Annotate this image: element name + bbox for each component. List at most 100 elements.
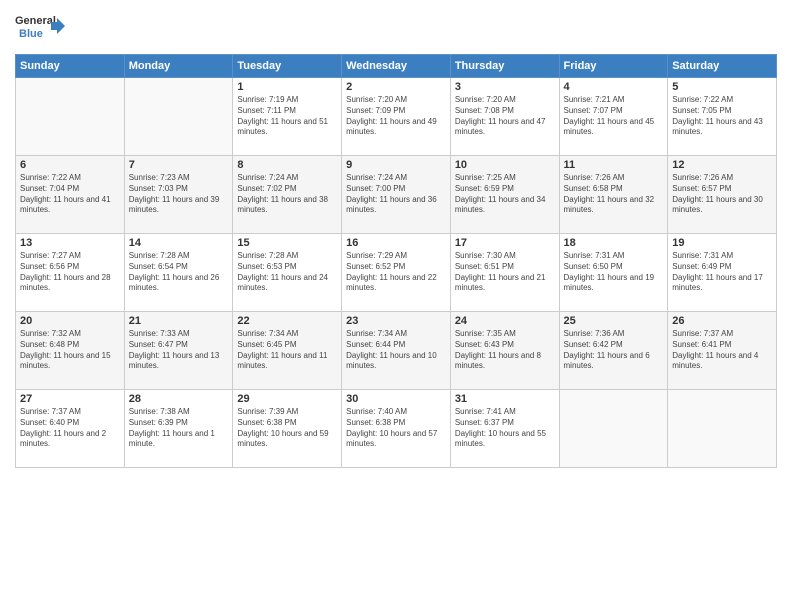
day-info: Sunrise: 7:37 AM Sunset: 6:40 PM Dayligh…	[20, 407, 120, 450]
day-info: Sunrise: 7:21 AM Sunset: 7:07 PM Dayligh…	[564, 95, 664, 138]
day-info: Sunrise: 7:40 AM Sunset: 6:38 PM Dayligh…	[346, 407, 446, 450]
day-info: Sunrise: 7:20 AM Sunset: 7:09 PM Dayligh…	[346, 95, 446, 138]
calendar-day-cell: 25 Sunrise: 7:36 AM Sunset: 6:42 PM Dayli…	[559, 312, 668, 390]
day-info: Sunrise: 7:41 AM Sunset: 6:37 PM Dayligh…	[455, 407, 555, 450]
weekday-header-row: SundayMondayTuesdayWednesdayThursdayFrid…	[16, 55, 777, 78]
weekday-header-cell: Sunday	[16, 55, 125, 78]
calendar-day-cell: 18Sunrise: 7:31 AM Sunset: 6:50 PM Dayli…	[559, 234, 668, 312]
day-number: 22	[237, 315, 337, 327]
calendar-day-cell: 31 Sunrise: 7:41 AM Sunset: 6:37 PM Dayli…	[450, 390, 559, 468]
day-info: Sunrise: 7:31 AM Sunset: 6:50 PM Dayligh…	[564, 251, 664, 294]
day-number: 23	[346, 315, 446, 327]
page-header: General Blue	[15, 10, 777, 48]
calendar-day-cell: 3 Sunrise: 7:20 AM Sunset: 7:08 PM Daylig…	[450, 78, 559, 156]
weekday-header-cell: Tuesday	[233, 55, 342, 78]
day-info: Sunrise: 7:34 AM Sunset: 6:44 PM Dayligh…	[346, 329, 446, 372]
svg-text:Blue: Blue	[19, 28, 43, 40]
day-info: Sunrise: 7:35 AM Sunset: 6:43 PM Dayligh…	[455, 329, 555, 372]
day-info: Sunrise: 7:30 AM Sunset: 6:51 PM Dayligh…	[455, 251, 555, 294]
calendar-day-cell: 5 Sunrise: 7:22 AM Sunset: 7:05 PM Daylig…	[668, 78, 777, 156]
calendar-day-cell: 10 Sunrise: 7:25 AM Sunset: 6:59 PM Dayli…	[450, 156, 559, 234]
day-info: Sunrise: 7:24 AM Sunset: 7:00 PM Dayligh…	[346, 173, 446, 216]
day-number: 5	[672, 81, 772, 93]
day-number: 3	[455, 81, 555, 93]
day-info: Sunrise: 7:19 AM Sunset: 7:11 PM Dayligh…	[237, 95, 337, 138]
day-info: Sunrise: 7:22 AM Sunset: 7:04 PM Dayligh…	[20, 173, 120, 216]
calendar-day-cell: 12Sunrise: 7:26 AM Sunset: 6:57 PM Dayli…	[668, 156, 777, 234]
calendar-week-row: 6 Sunrise: 7:22 AM Sunset: 7:04 PM Daylig…	[16, 156, 777, 234]
calendar-day-cell: 2 Sunrise: 7:20 AM Sunset: 7:09 PM Daylig…	[342, 78, 451, 156]
calendar-day-cell: 16 Sunrise: 7:29 AM Sunset: 6:52 PM Dayli…	[342, 234, 451, 312]
day-number: 21	[129, 315, 229, 327]
calendar-table: SundayMondayTuesdayWednesdayThursdayFrid…	[15, 54, 777, 468]
calendar-day-cell	[668, 390, 777, 468]
day-info: Sunrise: 7:29 AM Sunset: 6:52 PM Dayligh…	[346, 251, 446, 294]
calendar-week-row: 20 Sunrise: 7:32 AM Sunset: 6:48 PM Dayli…	[16, 312, 777, 390]
day-info: Sunrise: 7:26 AM Sunset: 6:57 PM Dayligh…	[672, 173, 772, 216]
calendar-day-cell: 14 Sunrise: 7:28 AM Sunset: 6:54 PM Dayli…	[124, 234, 233, 312]
calendar-day-cell: 21 Sunrise: 7:33 AM Sunset: 6:47 PM Dayli…	[124, 312, 233, 390]
day-info: Sunrise: 7:20 AM Sunset: 7:08 PM Dayligh…	[455, 95, 555, 138]
day-number: 15	[237, 237, 337, 249]
calendar-week-row: 13 Sunrise: 7:27 AM Sunset: 6:56 PM Dayli…	[16, 234, 777, 312]
calendar-week-row: 1Sunrise: 7:19 AM Sunset: 7:11 PM Daylig…	[16, 78, 777, 156]
day-info: Sunrise: 7:36 AM Sunset: 6:42 PM Dayligh…	[564, 329, 664, 372]
day-number: 20	[20, 315, 120, 327]
day-info: Sunrise: 7:33 AM Sunset: 6:47 PM Dayligh…	[129, 329, 229, 372]
calendar-day-cell: 28Sunrise: 7:38 AM Sunset: 6:39 PM Dayli…	[124, 390, 233, 468]
day-number: 28	[129, 393, 229, 405]
day-number: 13	[20, 237, 120, 249]
day-number: 14	[129, 237, 229, 249]
day-info: Sunrise: 7:27 AM Sunset: 6:56 PM Dayligh…	[20, 251, 120, 294]
calendar-day-cell: 26Sunrise: 7:37 AM Sunset: 6:41 PM Dayli…	[668, 312, 777, 390]
calendar-day-cell: 15 Sunrise: 7:28 AM Sunset: 6:53 PM Dayli…	[233, 234, 342, 312]
day-info: Sunrise: 7:31 AM Sunset: 6:49 PM Dayligh…	[672, 251, 772, 294]
calendar-day-cell: 27 Sunrise: 7:37 AM Sunset: 6:40 PM Dayli…	[16, 390, 125, 468]
day-info: Sunrise: 7:23 AM Sunset: 7:03 PM Dayligh…	[129, 173, 229, 216]
day-number: 16	[346, 237, 446, 249]
day-info: Sunrise: 7:39 AM Sunset: 6:38 PM Dayligh…	[237, 407, 337, 450]
day-number: 2	[346, 81, 446, 93]
calendar-day-cell: 6 Sunrise: 7:22 AM Sunset: 7:04 PM Daylig…	[16, 156, 125, 234]
day-number: 6	[20, 159, 120, 171]
calendar-day-cell: 1Sunrise: 7:19 AM Sunset: 7:11 PM Daylig…	[233, 78, 342, 156]
day-number: 19	[672, 237, 772, 249]
day-number: 4	[564, 81, 664, 93]
day-number: 9	[346, 159, 446, 171]
calendar-day-cell: 19 Sunrise: 7:31 AM Sunset: 6:49 PM Dayli…	[668, 234, 777, 312]
logo-svg: General Blue	[15, 10, 65, 48]
calendar-day-cell: 24 Sunrise: 7:35 AM Sunset: 6:43 PM Dayli…	[450, 312, 559, 390]
calendar-day-cell: 22Sunrise: 7:34 AM Sunset: 6:45 PM Dayli…	[233, 312, 342, 390]
day-info: Sunrise: 7:22 AM Sunset: 7:05 PM Dayligh…	[672, 95, 772, 138]
day-number: 24	[455, 315, 555, 327]
calendar-day-cell: 17 Sunrise: 7:30 AM Sunset: 6:51 PM Dayli…	[450, 234, 559, 312]
calendar-day-cell	[124, 78, 233, 156]
day-info: Sunrise: 7:28 AM Sunset: 6:54 PM Dayligh…	[129, 251, 229, 294]
day-number: 8	[237, 159, 337, 171]
day-number: 10	[455, 159, 555, 171]
calendar-day-cell: 9 Sunrise: 7:24 AM Sunset: 7:00 PM Daylig…	[342, 156, 451, 234]
svg-text:General: General	[15, 15, 56, 27]
calendar-day-cell: 29Sunrise: 7:39 AM Sunset: 6:38 PM Dayli…	[233, 390, 342, 468]
weekday-header-cell: Monday	[124, 55, 233, 78]
weekday-header-cell: Thursday	[450, 55, 559, 78]
day-info: Sunrise: 7:24 AM Sunset: 7:02 PM Dayligh…	[237, 173, 337, 216]
calendar-week-row: 27 Sunrise: 7:37 AM Sunset: 6:40 PM Dayli…	[16, 390, 777, 468]
day-number: 25	[564, 315, 664, 327]
calendar-day-cell	[16, 78, 125, 156]
weekday-header-cell: Wednesday	[342, 55, 451, 78]
day-number: 27	[20, 393, 120, 405]
calendar-body: 1Sunrise: 7:19 AM Sunset: 7:11 PM Daylig…	[16, 78, 777, 468]
day-number: 31	[455, 393, 555, 405]
day-info: Sunrise: 7:25 AM Sunset: 6:59 PM Dayligh…	[455, 173, 555, 216]
day-info: Sunrise: 7:28 AM Sunset: 6:53 PM Dayligh…	[237, 251, 337, 294]
calendar-day-cell: 20 Sunrise: 7:32 AM Sunset: 6:48 PM Dayli…	[16, 312, 125, 390]
calendar-day-cell	[559, 390, 668, 468]
day-number: 30	[346, 393, 446, 405]
weekday-header-cell: Saturday	[668, 55, 777, 78]
day-number: 17	[455, 237, 555, 249]
calendar-day-cell: 8 Sunrise: 7:24 AM Sunset: 7:02 PM Daylig…	[233, 156, 342, 234]
calendar-day-cell: 23 Sunrise: 7:34 AM Sunset: 6:44 PM Dayli…	[342, 312, 451, 390]
day-info: Sunrise: 7:32 AM Sunset: 6:48 PM Dayligh…	[20, 329, 120, 372]
day-number: 11	[564, 159, 664, 171]
